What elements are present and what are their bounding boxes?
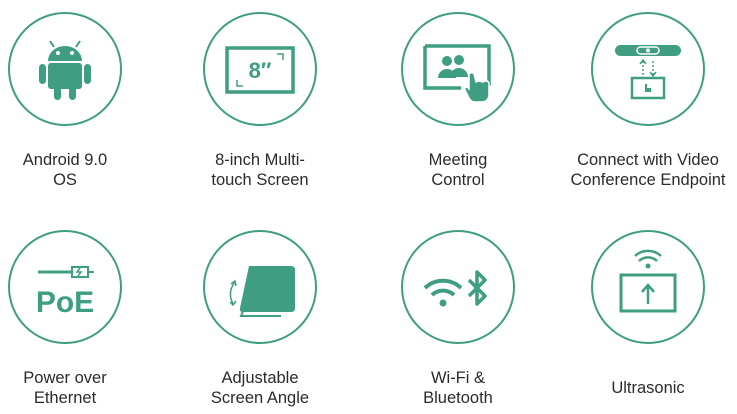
video-conference-endpoint-icon [615, 45, 681, 100]
feature-circle: 8″ [203, 12, 317, 126]
feature-label: Wi-Fi & Bluetooth [423, 369, 493, 407]
feature-label: Meeting Control [428, 151, 488, 189]
svg-text:PoE: PoE [36, 286, 94, 319]
feature-label: Android 9.0 OS [22, 151, 108, 189]
feature-circle: PoE [8, 230, 122, 344]
feature-circle [401, 230, 515, 344]
feature-circle [203, 230, 317, 344]
feature-circle [591, 230, 705, 344]
feature-label: Ultrasonic [611, 379, 685, 397]
touch-screen-8-inch-icon: 8″ [225, 46, 295, 94]
feature-label: Connect with Video Conference Endpoint [570, 151, 726, 189]
feature-label: Power over Ethernet [23, 369, 107, 407]
android-icon [39, 40, 91, 100]
feature-label: Adjustable Screen Angle [210, 369, 310, 407]
adjustable-angle-icon [229, 266, 295, 317]
wifi-bluetooth-icon [423, 270, 487, 307]
poe-icon: PoE [36, 266, 94, 319]
feature-circle [8, 12, 122, 126]
feature-label: 8-inch Multi- touch Screen [211, 151, 309, 189]
meeting-control-icon [423, 44, 491, 103]
feature-circle [401, 12, 515, 126]
feature-circle [591, 12, 705, 126]
ultrasonic-icon [619, 249, 677, 313]
svg-text:8″: 8″ [249, 58, 272, 83]
